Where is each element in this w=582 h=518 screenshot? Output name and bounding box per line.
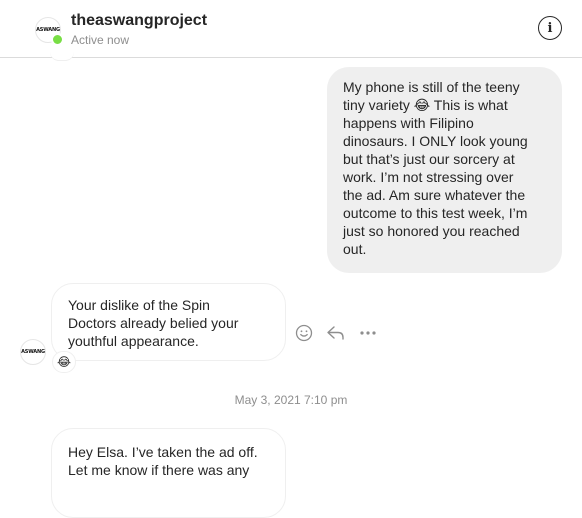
more-dots-icon[interactable] (358, 323, 378, 343)
message-reaction[interactable]: 😂 (52, 351, 76, 373)
message-line: Your dislike of the Spin (68, 297, 210, 313)
message-line: youthful appearance. (68, 333, 199, 349)
message-line: tiny variety 😂 This is what (343, 97, 508, 113)
info-icon[interactable]: i (538, 16, 562, 40)
active-status: Active now (71, 33, 130, 47)
message-line: work. I’m not stressing over (343, 169, 514, 185)
previous-reaction-tail (50, 52, 74, 61)
chat-username[interactable]: theaswangproject (71, 12, 207, 30)
incoming-message[interactable]: Your dislike of the Spin Doctors already… (51, 283, 286, 361)
message-line: Doctors already belied your (68, 315, 239, 331)
incoming-message[interactable]: Hey Elsa. I’ve taken the ad off. Let me … (51, 428, 286, 518)
message-line: out. (343, 241, 367, 257)
reply-arrow-icon[interactable] (326, 323, 346, 343)
date-separator: May 3, 2021 7:10 pm (234, 393, 348, 407)
chat-header: ASWANG theaswangproject Active now i (0, 0, 582, 58)
online-status-dot (51, 33, 64, 46)
outgoing-message[interactable]: My phone is still of the teeny tiny vari… (327, 67, 562, 273)
message-line: but that’s just our sorcery at (343, 151, 515, 167)
message-line: the ad. Am sure whatever the (343, 187, 526, 203)
message-line: My phone is still of the teeny (343, 79, 520, 95)
message-line: outcome to this test week, I’m (343, 205, 528, 221)
message-line: happens with Filipino (343, 115, 474, 131)
smiley-icon[interactable] (294, 323, 314, 343)
message-actions (294, 323, 378, 343)
sender-avatar[interactable]: ASWANG (20, 339, 46, 365)
message-line: just so honored you reached (343, 223, 520, 239)
message-line: Let me know if there was any (68, 462, 250, 478)
laughing-emoji-icon: 😂 (56, 355, 72, 369)
message-line: Hey Elsa. I’ve taken the ad off. (68, 444, 258, 460)
avatar-logo-text: ASWANG (21, 349, 45, 355)
message-line: dinosaurs. I ONLY look young (343, 133, 528, 149)
